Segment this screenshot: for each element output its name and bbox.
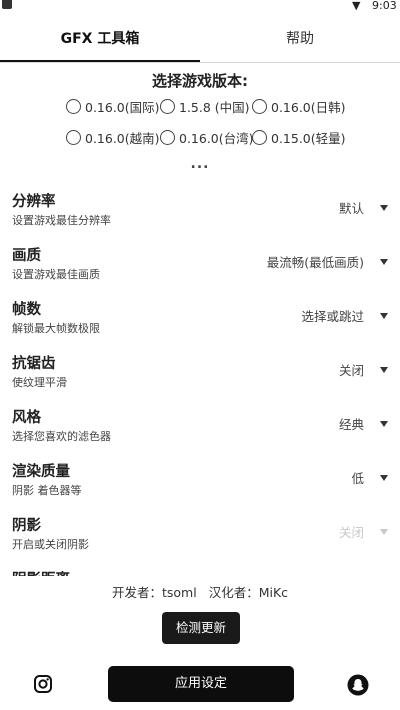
setting-title: 帧数 [12, 302, 41, 318]
check-update-button[interactable]: 检测更新 [162, 612, 240, 644]
version-radio-lite[interactable]: 0.15.0(轻量) [252, 127, 346, 147]
antialiasing-dropdown[interactable]: 关闭 [339, 360, 388, 379]
setting-title: 渲染质量 [12, 464, 70, 480]
version-radio-china[interactable]: 1.5.8 (中国) [160, 96, 250, 116]
dropdown-value: 关闭 [338, 525, 364, 540]
dropdown-value: 最流畅(最低画质) [266, 255, 364, 270]
sim-icon [2, 0, 12, 9]
credits: 开发者：tsoml 汉化者：MiKc [0, 582, 400, 601]
version-section-title: 选择游戏版本: [152, 72, 248, 90]
fps-dropdown[interactable]: 选择或跳过 [301, 306, 388, 325]
setting-style: 风格 选择您喜欢的滤色器 经典 [0, 406, 400, 458]
radio-circle[interactable] [252, 98, 267, 114]
setting-render-quality: 渲染质量 阴影 着色器等 低 [0, 460, 400, 512]
radio-label: 0.16.0(台湾) [179, 130, 254, 146]
resolution-dropdown[interactable]: 默认 [339, 198, 388, 217]
wifi-icon: ▼ [352, 0, 361, 12]
setting-fps: 帧数 解锁最大帧数极限 选择或跳过 [0, 298, 400, 350]
dropdown-value: 默认 [338, 201, 364, 216]
setting-subtitle: 设置游戏最佳画质 [12, 268, 100, 281]
status-time: 9:03 [372, 0, 397, 12]
radio-circle[interactable] [160, 129, 175, 145]
setting-graphics: 画质 设置游戏最佳画质 最流畅(最低画质) [0, 244, 400, 296]
version-radio-taiwan[interactable]: 0.16.0(台湾) [160, 127, 254, 147]
dropdown-arrow-icon [380, 312, 388, 319]
radio-label: 0.16.0(日韩) [271, 99, 346, 115]
setting-title: 阴影距离 [12, 568, 70, 576]
dropdown-value: 低 [351, 471, 364, 486]
setting-subtitle: 设置游戏最佳分辨率 [12, 214, 111, 227]
graphics-dropdown[interactable]: 最流畅(最低画质) [267, 252, 388, 271]
setting-title: 画质 [12, 248, 41, 264]
dropdown-arrow-icon [380, 204, 388, 211]
radio-circle[interactable] [252, 129, 267, 145]
dropdown-arrow-icon [380, 366, 388, 373]
setting-subtitle: 选择您喜欢的滤色器 [12, 430, 111, 443]
radio-label: 0.16.0(国际) [85, 99, 160, 115]
shadow-dropdown: 关闭 [339, 522, 388, 541]
instagram-icon[interactable] [33, 674, 55, 696]
translator-credit: 汉化者：MiKc [208, 585, 289, 600]
dropdown-value: 经典 [338, 417, 364, 432]
tab-bar: GFX 工具箱 帮助 [0, 18, 400, 63]
more-indicator: ... [190, 156, 210, 172]
version-radio-vietnam[interactable]: 0.16.0(越南) [66, 127, 160, 147]
radio-label: 1.5.8 (中国) [179, 99, 250, 115]
setting-subtitle: 开启或关闭阴影 [12, 538, 89, 551]
dropdown-arrow-icon [380, 420, 388, 427]
setting-title: 阴影 [12, 518, 41, 534]
setting-title: 抗锯齿 [12, 356, 56, 372]
style-dropdown[interactable]: 经典 [339, 414, 388, 433]
setting-title: 分辨率 [12, 194, 56, 210]
footer: 开发者：tsoml 汉化者：MiKc 检测更新 应用设定 [0, 580, 400, 710]
tab-gfx-toolbox[interactable]: GFX 工具箱 [0, 18, 200, 60]
radio-circle[interactable] [66, 129, 81, 145]
setting-subtitle: 解锁最大帧数极限 [12, 322, 100, 335]
dropdown-value: 选择或跳过 [301, 309, 364, 324]
status-bar: ▼ 9:03 [0, 0, 400, 14]
radio-label: 0.15.0(轻量) [271, 130, 346, 146]
setting-subtitle: 使纹理平滑 [12, 376, 67, 389]
tab-help[interactable]: 帮助 [200, 18, 400, 60]
version-radio-intl[interactable]: 0.16.0(国际) [66, 96, 160, 116]
radio-circle[interactable] [160, 98, 175, 114]
dropdown-arrow-icon [380, 528, 388, 535]
dropdown-arrow-icon [380, 258, 388, 265]
setting-antialiasing: 抗锯齿 使纹理平滑 关闭 [0, 352, 400, 404]
tab-divider [0, 62, 400, 63]
dropdown-value: 关闭 [338, 363, 364, 378]
setting-shadow: 阴影 开启或关闭阴影 关闭 [0, 514, 400, 566]
version-radio-jpkr[interactable]: 0.16.0(日韩) [252, 96, 346, 116]
radio-label: 0.16.0(越南) [85, 130, 160, 146]
radio-circle[interactable] [66, 98, 81, 114]
setting-title: 风格 [12, 410, 41, 426]
setting-subtitle: 阴影 着色器等 [12, 484, 82, 497]
setting-shadow-distance: 阴影距离 [0, 568, 400, 576]
apply-settings-button[interactable]: 应用设定 [108, 666, 294, 702]
render-quality-dropdown[interactable]: 低 [351, 468, 388, 487]
snapchat-icon[interactable] [347, 674, 369, 696]
developer-credit: 开发者：tsoml [111, 585, 197, 600]
setting-resolution: 分辨率 设置游戏最佳分辨率 默认 [0, 190, 400, 242]
dropdown-arrow-icon [380, 474, 388, 481]
